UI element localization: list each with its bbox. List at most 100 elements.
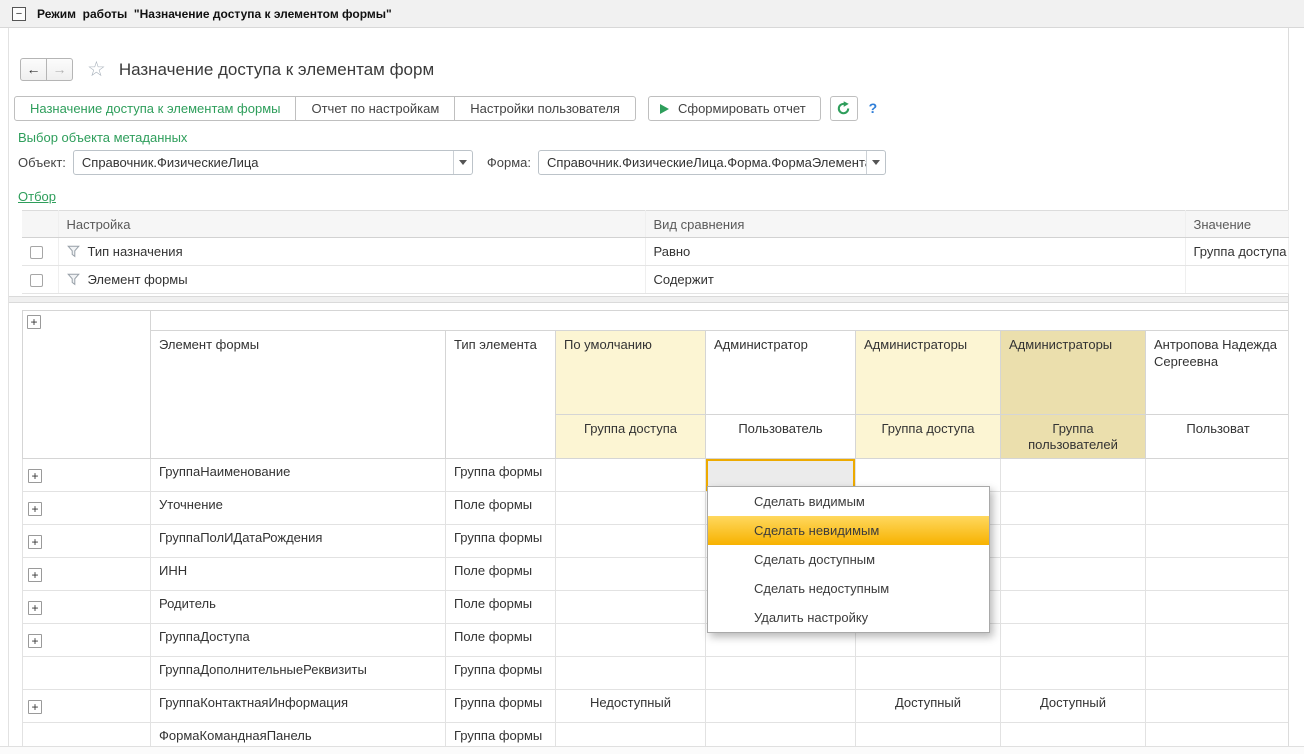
grid-element-name-cell[interactable]: ГруппаНаименование (151, 459, 446, 492)
grid-access-cell[interactable] (706, 723, 856, 747)
grid-element-name-cell[interactable]: ГруппаДополнительныеРеквизиты (151, 657, 446, 690)
form-value: Справочник.ФизическиеЛица.Форма.ФормаЭле… (539, 155, 866, 170)
grid-access-cell[interactable] (1001, 558, 1146, 591)
grid-element-type-cell[interactable]: Группа формы (446, 723, 556, 747)
form-dropdown-icon[interactable] (866, 151, 885, 174)
grid-element-type-cell[interactable]: Группа формы (446, 657, 556, 690)
grid-access-cell[interactable] (1001, 492, 1146, 525)
status-unavailable[interactable]: Недоступный (556, 690, 706, 723)
expand-row-icon[interactable]: + (28, 568, 42, 582)
grid-element-type-cell[interactable]: Группа формы (446, 690, 556, 723)
tab-access-assignment[interactable]: Назначение доступа к элементам формы (14, 96, 296, 121)
grid-tree-cell (23, 723, 151, 747)
tab-settings-report[interactable]: Отчет по настройкам (295, 96, 455, 121)
grid-access-cell[interactable] (1146, 723, 1289, 747)
generate-report-button[interactable]: Сформировать отчет (648, 96, 821, 121)
filter-checkbox[interactable] (30, 274, 43, 287)
filter-link[interactable]: Отбор (18, 189, 56, 204)
grid-access-cell[interactable] (556, 525, 706, 558)
grid-access-cell[interactable] (1001, 459, 1146, 492)
expand-row-icon[interactable]: + (28, 502, 42, 516)
filter-row[interactable]: Элемент формы Содержит (22, 266, 1288, 294)
tab-user-settings[interactable]: Настройки пользователя (454, 96, 636, 121)
grid-access-cell[interactable] (1146, 624, 1289, 657)
form-combobox[interactable]: Справочник.ФизическиеЛица.Форма.ФормаЭле… (538, 150, 886, 175)
menu-item-make-available[interactable]: Сделать доступным (708, 545, 989, 574)
collapse-icon[interactable]: − (12, 7, 26, 21)
grid-element-name-cell[interactable]: ГруппаДоступа (151, 624, 446, 657)
filter-setting-cell[interactable]: Элемент формы (58, 266, 645, 294)
refresh-button[interactable] (830, 96, 858, 121)
expand-row-icon[interactable]: + (28, 469, 42, 483)
window-right-border (1288, 28, 1289, 746)
status-available[interactable]: Доступный (1001, 690, 1146, 723)
filter-row[interactable]: Тип назначения Равно Группа доступа (22, 238, 1288, 266)
expand-row-icon[interactable]: + (28, 700, 42, 714)
menu-item-delete-setting[interactable]: Удалить настройку (708, 603, 989, 632)
grid-access-cell[interactable] (1146, 558, 1289, 591)
grid-access-cell[interactable] (1001, 723, 1146, 747)
grid-element-name-cell[interactable]: ФормаКоманднаяПанель (151, 723, 446, 747)
filter-checkbox[interactable] (30, 246, 43, 259)
grid-access-cell[interactable] (1146, 459, 1289, 492)
menu-item-make-invisible[interactable]: Сделать невидимым (708, 516, 989, 545)
grid-access-cell[interactable] (1001, 657, 1146, 690)
grid-element-type-cell[interactable]: Поле формы (446, 558, 556, 591)
expand-row-icon[interactable]: + (28, 535, 42, 549)
back-button[interactable]: ← (20, 58, 47, 81)
grid-element-name-cell[interactable]: Родитель (151, 591, 446, 624)
grid-access-cell[interactable] (1146, 690, 1289, 723)
help-icon[interactable]: ? (869, 96, 878, 121)
grid-access-cell[interactable] (1001, 525, 1146, 558)
grid-access-cell[interactable] (556, 459, 706, 492)
grid-access-cell[interactable] (1146, 657, 1289, 690)
grid-access-cell[interactable] (1146, 492, 1289, 525)
object-dropdown-icon[interactable] (453, 151, 472, 174)
grid-access-cell[interactable] (856, 723, 1001, 747)
expand-all-icon[interactable]: + (27, 315, 41, 329)
grid-access-cell[interactable] (856, 657, 1001, 690)
grid-element-name-cell[interactable]: Уточнение (151, 492, 446, 525)
grid-element-type-cell[interactable]: Группа формы (446, 459, 556, 492)
status-available[interactable]: Доступный (856, 690, 1001, 723)
grid-access-cell[interactable] (556, 723, 706, 747)
grid-access-cell[interactable] (1001, 591, 1146, 624)
grid-access-cell[interactable] (706, 657, 856, 690)
grid-element-name-cell[interactable]: ГруппаПолИДатаРождения (151, 525, 446, 558)
grid-element-name-cell[interactable]: ИНН (151, 558, 446, 591)
filter-setting-cell[interactable]: Тип назначения (58, 238, 645, 266)
splitter-bar[interactable] (9, 296, 1288, 303)
grid-row-inn: + ИНН Поле формы (23, 558, 1289, 591)
grid-element-type-cell[interactable]: Поле формы (446, 492, 556, 525)
grid-tree-cell: + (23, 591, 151, 624)
grid-access-cell[interactable] (556, 492, 706, 525)
filter-row-checkbox-cell (22, 238, 58, 266)
filter-comparison-cell[interactable]: Равно (645, 238, 1185, 266)
filter-value-cell[interactable] (1185, 266, 1288, 294)
grid-access-cell[interactable] (706, 690, 856, 723)
grid-element-type-cell[interactable]: Поле формы (446, 591, 556, 624)
grid-access-cell[interactable] (556, 591, 706, 624)
grid-element-name-cell[interactable]: ГруппаКонтактнаяИнформация (151, 690, 446, 723)
grid-element-type-cell[interactable]: Группа формы (446, 525, 556, 558)
grid-access-cell[interactable] (1146, 525, 1289, 558)
filter-header-row: Настройка Вид сравнения Значение (22, 211, 1288, 238)
grid-access-cell[interactable] (1146, 591, 1289, 624)
grid-access-cell[interactable] (556, 624, 706, 657)
expand-row-icon[interactable]: + (28, 634, 42, 648)
grid-access-cell[interactable] (1001, 624, 1146, 657)
expand-row-icon[interactable]: + (28, 601, 42, 615)
grid-access-cell[interactable] (556, 657, 706, 690)
object-combobox[interactable]: Справочник.ФизическиеЛица (73, 150, 473, 175)
favorite-star-icon[interactable]: ☆ (87, 60, 106, 80)
grid-row-gruppapolidata: + ГруппаПолИДатаРождения Группа формы (23, 525, 1289, 558)
filter-value-cell[interactable]: Группа доступа (1185, 238, 1288, 266)
grid-element-type-cell[interactable]: Поле формы (446, 624, 556, 657)
menu-item-make-visible[interactable]: Сделать видимым (708, 487, 989, 516)
grid-access-cell[interactable] (556, 558, 706, 591)
toolbar: Назначение доступа к элементам формы Отч… (14, 96, 877, 121)
forward-button[interactable]: → (46, 58, 73, 81)
menu-item-make-unavailable[interactable]: Сделать недоступным (708, 574, 989, 603)
filter-comparison-cell[interactable]: Содержит (645, 266, 1185, 294)
grid-header-administrators-1: Администраторы (856, 331, 1001, 415)
